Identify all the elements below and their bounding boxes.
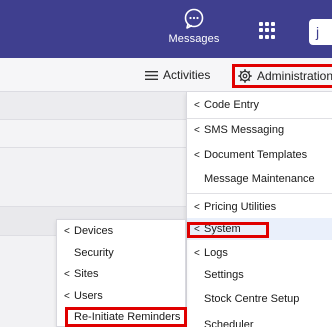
menu-item-code-entry[interactable]: < Code Entry bbox=[187, 94, 332, 116]
menu-item-logs[interactable]: < Logs bbox=[187, 242, 332, 264]
administration-menu: < Code Entry < SMS Messaging < Document Tem… bbox=[186, 92, 332, 327]
menu-item-pricing-utilities[interactable]: < Pricing Utilities bbox=[187, 196, 332, 218]
activities-label: Activities bbox=[163, 68, 211, 82]
menu-item-label: Code Entry bbox=[204, 99, 260, 111]
administration-label: Administration bbox=[257, 69, 332, 83]
chevron-left-icon: < bbox=[194, 125, 200, 136]
menu-item-label: Document Templates bbox=[204, 149, 308, 161]
highlight-box-system bbox=[187, 222, 269, 238]
messages-button[interactable]: Messages bbox=[158, 8, 230, 45]
content-area bbox=[0, 148, 190, 206]
menu-item-label: Settings bbox=[204, 269, 244, 281]
menu-item-stock-centre-setup[interactable]: Stock Centre Setup bbox=[187, 288, 332, 310]
chat-bubble-icon bbox=[184, 8, 204, 29]
menu-item-message-maintenance[interactable]: Message Maintenance bbox=[187, 168, 332, 190]
submenu-item-label: Sites bbox=[74, 268, 99, 280]
user-avatar[interactable]: j bbox=[309, 19, 332, 45]
submenu-item-devices[interactable]: < Devices bbox=[57, 220, 185, 242]
menu-item-document-templates[interactable]: < Document Templates bbox=[187, 144, 332, 166]
chevron-left-icon: < bbox=[194, 202, 200, 213]
system-submenu: < Devices Security < Sites < Users Re-Initi… bbox=[56, 219, 187, 327]
submenu-item-label: Users bbox=[74, 290, 103, 302]
menu-item-label: SMS Messaging bbox=[204, 124, 285, 136]
menu-divider bbox=[187, 193, 332, 194]
submenu-item-security[interactable]: Security bbox=[57, 242, 185, 264]
menu-item-label: Pricing Utilities bbox=[204, 201, 277, 213]
chevron-left-icon: < bbox=[64, 269, 70, 280]
messages-label: Messages bbox=[168, 33, 220, 45]
chevron-left-icon: < bbox=[64, 226, 70, 237]
chevron-left-icon: < bbox=[194, 100, 200, 111]
chevron-left-icon: < bbox=[194, 150, 200, 161]
submenu-item-label: Devices bbox=[74, 225, 114, 237]
menu-item-label: Message Maintenance bbox=[204, 173, 315, 185]
content-row bbox=[0, 92, 190, 120]
top-header-bar: Messages j bbox=[0, 0, 332, 58]
gear-icon bbox=[238, 69, 252, 83]
submenu-item-label: Security bbox=[74, 247, 114, 259]
apps-grid-icon[interactable] bbox=[259, 22, 276, 39]
submenu-item-sites[interactable]: < Sites bbox=[57, 263, 185, 285]
administration-button[interactable]: Administration bbox=[232, 64, 332, 88]
menu-item-label: Logs bbox=[204, 247, 228, 259]
highlight-box-re-initiate-reminders bbox=[65, 307, 187, 327]
menu-item-settings[interactable]: Settings bbox=[187, 264, 332, 286]
menu-item-sms-messaging[interactable]: < SMS Messaging bbox=[187, 119, 332, 141]
chevron-left-icon: < bbox=[64, 291, 70, 302]
secondary-toolbar: Activities Administration bbox=[0, 58, 332, 92]
content-row bbox=[0, 120, 190, 148]
menu-item-scheduler[interactable]: Scheduler bbox=[187, 314, 332, 327]
activities-button[interactable]: Activities bbox=[145, 58, 210, 92]
submenu-item-users[interactable]: < Users bbox=[57, 285, 185, 307]
menu-item-label: Scheduler bbox=[204, 319, 254, 327]
chevron-left-icon: < bbox=[194, 248, 200, 259]
list-icon bbox=[145, 70, 158, 80]
menu-item-label: Stock Centre Setup bbox=[204, 293, 300, 305]
